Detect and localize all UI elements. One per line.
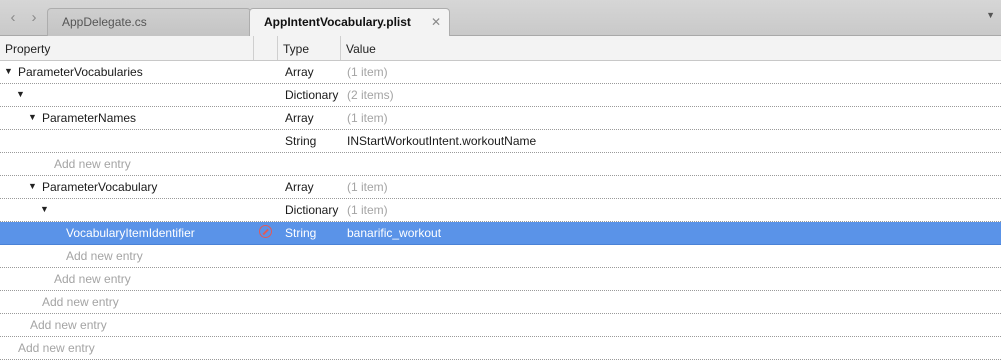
table-header: Property Type Value: [0, 36, 1001, 61]
disclosure-triangle-icon[interactable]: ▼: [28, 112, 37, 122]
disclosure-triangle-icon[interactable]: ▼: [16, 89, 25, 99]
add-new-entry[interactable]: Add new entry: [18, 341, 95, 355]
row-type[interactable]: String: [285, 226, 316, 240]
forward-arrow-icon[interactable]: ›: [24, 9, 44, 27]
row-value: (1 item): [347, 111, 388, 125]
disclosure-triangle-icon[interactable]: ▼: [4, 66, 13, 76]
row-value: (1 item): [347, 203, 388, 217]
add-new-entry[interactable]: Add new entry: [54, 272, 131, 286]
row-type[interactable]: String: [285, 134, 316, 148]
column-header-type[interactable]: Type: [283, 42, 309, 56]
tab-menu-chevron-icon[interactable]: ▼: [986, 10, 995, 20]
row-type[interactable]: Array: [285, 65, 314, 79]
row-type[interactable]: Array: [285, 180, 314, 194]
tab-appintentvocabulary[interactable]: AppIntentVocabulary.plist ✕: [249, 8, 450, 37]
row-key[interactable]: ParameterVocabulary: [42, 180, 157, 194]
table-row-selected[interactable]: VocabularyItemIdentifier String banarifi…: [0, 222, 1001, 245]
table-row[interactable]: ▼ ParameterVocabulary Array (1 item): [0, 176, 1001, 199]
close-icon[interactable]: ✕: [431, 9, 441, 35]
back-arrow-icon[interactable]: ‹: [3, 9, 23, 27]
add-new-entry[interactable]: Add new entry: [42, 295, 119, 309]
row-key[interactable]: ParameterVocabularies: [18, 65, 143, 79]
row-key[interactable]: VocabularyItemIdentifier: [66, 226, 195, 240]
column-divider: [277, 36, 278, 60]
row-value[interactable]: INStartWorkoutIntent.workoutName: [347, 134, 536, 148]
tab-label: AppDelegate.cs: [62, 15, 147, 29]
table-row[interactable]: Add new entry: [0, 314, 1001, 337]
add-new-entry[interactable]: Add new entry: [66, 249, 143, 263]
table-row[interactable]: Add new entry: [0, 245, 1001, 268]
row-type[interactable]: Array: [285, 111, 314, 125]
add-new-entry[interactable]: Add new entry: [54, 157, 131, 171]
table-row[interactable]: Add new entry: [0, 291, 1001, 314]
tab-bar: ‹ › AppDelegate.cs AppIntentVocabulary.p…: [0, 0, 1001, 37]
table-row[interactable]: String INStartWorkoutIntent.workoutName: [0, 130, 1001, 153]
table-row[interactable]: ▼ Dictionary (1 item): [0, 199, 1001, 222]
row-value[interactable]: banarific_workout: [347, 226, 441, 240]
row-type[interactable]: Dictionary: [285, 203, 338, 217]
row-key[interactable]: ParameterNames: [42, 111, 136, 125]
table-row[interactable]: ▼ Dictionary (2 items): [0, 84, 1001, 107]
row-value: (1 item): [347, 65, 388, 79]
tab-appdelegate[interactable]: AppDelegate.cs: [47, 8, 251, 36]
column-header-value[interactable]: Value: [346, 42, 376, 56]
add-new-entry[interactable]: Add new entry: [30, 318, 107, 332]
plist-editor: Property Type Value ▼ ParameterVocabular…: [0, 36, 1001, 360]
tab-label: AppIntentVocabulary.plist: [264, 15, 411, 29]
column-header-property[interactable]: Property: [5, 42, 50, 56]
disclosure-triangle-icon[interactable]: ▼: [28, 181, 37, 191]
row-type[interactable]: Dictionary: [285, 88, 338, 102]
remove-row-icon[interactable]: [259, 225, 272, 238]
table-row[interactable]: Add new entry: [0, 153, 1001, 176]
disclosure-triangle-icon[interactable]: ▼: [40, 204, 49, 214]
table-row[interactable]: ▼ ParameterNames Array (1 item): [0, 107, 1001, 130]
column-divider: [253, 36, 254, 60]
row-value: (1 item): [347, 180, 388, 194]
table-row[interactable]: Add new entry: [0, 337, 1001, 360]
table-row[interactable]: ▼ ParameterVocabularies Array (1 item): [0, 61, 1001, 84]
column-divider: [340, 36, 341, 60]
table-row[interactable]: Add new entry: [0, 268, 1001, 291]
row-value: (2 items): [347, 88, 394, 102]
